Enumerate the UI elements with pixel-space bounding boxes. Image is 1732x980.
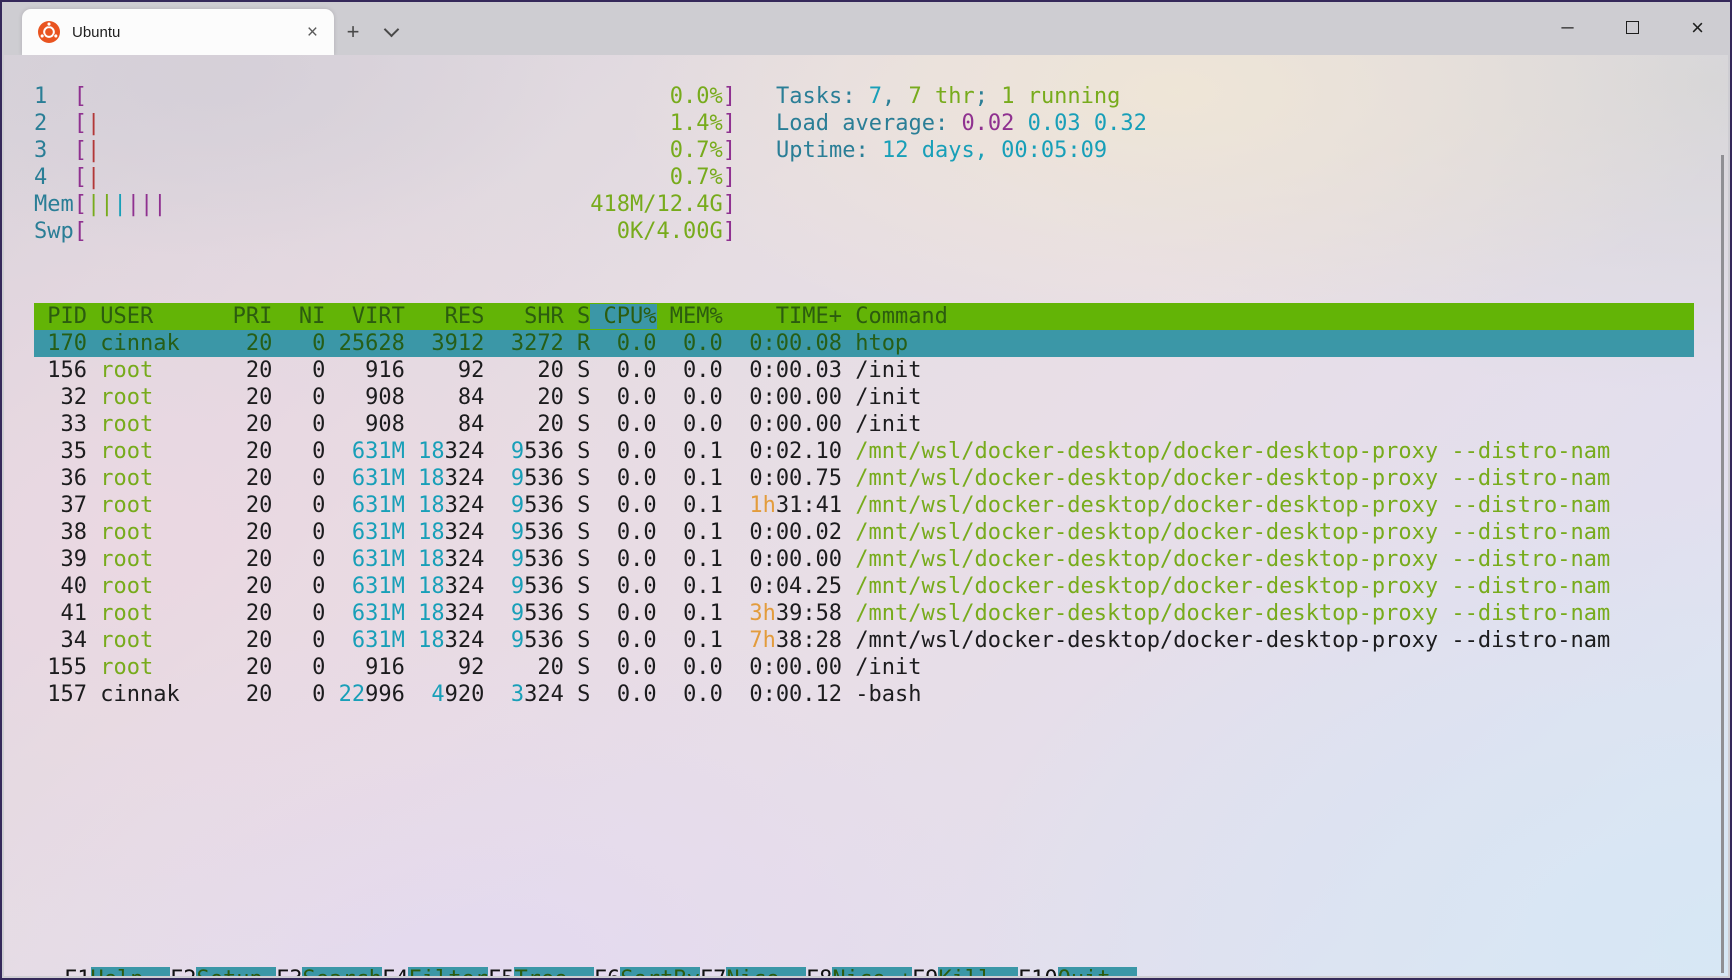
fkey-f4[interactable]: F4Filter bbox=[382, 967, 488, 976]
cpu4-meter: 4 [|0.7%] bbox=[34, 164, 736, 191]
fkey-f5[interactable]: F5Tree bbox=[488, 967, 594, 976]
maximize-button[interactable] bbox=[1600, 2, 1665, 53]
minimize-button[interactable]: ─ bbox=[1535, 2, 1600, 53]
fkey-f6[interactable]: F6SortBy bbox=[594, 967, 700, 976]
fkey-f10[interactable]: F10Quit bbox=[1018, 967, 1137, 976]
cpu3-meter: 3 [|0.7%] bbox=[34, 137, 736, 164]
maximize-icon bbox=[1626, 21, 1639, 34]
tab-dropdown-button[interactable] bbox=[372, 9, 410, 55]
window-controls: ─ × bbox=[1535, 2, 1730, 53]
process-row[interactable]: 32 root 20 0 908 84 20 S 0.0 0.0 0:00.00… bbox=[34, 384, 1694, 411]
process-row[interactable]: 155 root 20 0 916 92 20 S 0.0 0.0 0:00.0… bbox=[34, 654, 1694, 681]
ubuntu-logo-icon bbox=[38, 21, 60, 43]
htop-app: 1 [0.0%]2 [|1.4%]3 [|0.7%]4 [|0.7%]Mem[|… bbox=[34, 83, 1694, 708]
process-row[interactable]: 37 root 20 0 631M 18324 9536 S 0.0 0.1 1… bbox=[34, 492, 1694, 519]
close-button[interactable]: × bbox=[1665, 2, 1730, 53]
fkey-f8[interactable]: F8Nice + bbox=[806, 967, 912, 976]
cpu2-meter: 2 [|1.4%] bbox=[34, 110, 736, 137]
cpu1-meter: 1 [0.0%] bbox=[34, 83, 736, 110]
process-table-header[interactable]: PID USER PRI NI VIRT RES SHR S CPU% MEM%… bbox=[34, 303, 1694, 330]
process-row[interactable]: 156 root 20 0 916 92 20 S 0.0 0.0 0:00.0… bbox=[34, 357, 1694, 384]
process-row[interactable]: 170 cinnak 20 0 25628 3912 3272 R 0.0 0.… bbox=[34, 330, 1694, 357]
tab-ubuntu[interactable]: Ubuntu × bbox=[22, 9, 334, 55]
fkey-f7[interactable]: F7Nice - bbox=[700, 967, 806, 976]
app-window: Ubuntu × + ─ × 1 [0.0%]2 [|1.4%]3 [|0.7%… bbox=[0, 0, 1732, 980]
new-tab-button[interactable]: + bbox=[334, 9, 372, 55]
tab-title: Ubuntu bbox=[72, 24, 303, 41]
process-rows: 170 cinnak 20 0 25628 3912 3272 R 0.0 0.… bbox=[34, 330, 1694, 708]
process-row[interactable]: 157 cinnak 20 0 22996 4920 3324 S 0.0 0.… bbox=[34, 681, 1694, 708]
title-bar[interactable]: Ubuntu × + ─ × bbox=[2, 2, 1730, 55]
process-row[interactable]: 33 root 20 0 908 84 20 S 0.0 0.0 0:00.00… bbox=[34, 411, 1694, 438]
swp-meter: Swp[0K/4.00G] bbox=[34, 218, 736, 245]
cpu-memory-meters: 1 [0.0%]2 [|1.4%]3 [|0.7%]4 [|0.7%]Mem[|… bbox=[34, 83, 740, 245]
process-row[interactable]: 39 root 20 0 631M 18324 9536 S 0.0 0.1 0… bbox=[34, 546, 1694, 573]
chevron-down-icon bbox=[383, 22, 399, 38]
fkey-f3[interactable]: F3Search bbox=[276, 967, 382, 976]
process-table: PID USER PRI NI VIRT RES SHR S CPU% MEM%… bbox=[34, 303, 1694, 708]
process-row[interactable]: 35 root 20 0 631M 18324 9536 S 0.0 0.1 0… bbox=[34, 438, 1694, 465]
terminal-screen[interactable]: 1 [0.0%]2 [|1.4%]3 [|0.7%]4 [|0.7%]Mem[|… bbox=[4, 55, 1728, 976]
fkey-f2[interactable]: F2Setup bbox=[170, 967, 276, 976]
tasks-line: Tasks: 7, 7 thr; 1 running bbox=[776, 83, 1694, 110]
process-row[interactable]: 40 root 20 0 631M 18324 9536 S 0.0 0.1 0… bbox=[34, 573, 1694, 600]
uptime-line: Uptime: 12 days, 00:05:09 bbox=[776, 137, 1694, 164]
mem-meter: Mem[||||||418M/12.4G] bbox=[34, 191, 736, 218]
load-average-line: Load average: 0.02 0.03 0.32 bbox=[776, 110, 1694, 137]
fkey-f1[interactable]: F1Help bbox=[64, 967, 170, 976]
process-row[interactable]: 34 root 20 0 631M 18324 9536 S 0.0 0.1 7… bbox=[34, 627, 1694, 654]
function-key-bar: F1Help F2Setup F3SearchF4FilterF5Tree F6… bbox=[64, 966, 1137, 976]
system-info: Tasks: 7, 7 thr; 1 runningLoad average: … bbox=[740, 83, 1694, 245]
scrollbar[interactable] bbox=[1721, 155, 1724, 973]
tab-close-icon[interactable]: × bbox=[303, 23, 322, 42]
process-row[interactable]: 36 root 20 0 631M 18324 9536 S 0.0 0.1 0… bbox=[34, 465, 1694, 492]
process-row[interactable]: 38 root 20 0 631M 18324 9536 S 0.0 0.1 0… bbox=[34, 519, 1694, 546]
fkey-f9[interactable]: F9Kill bbox=[912, 967, 1018, 976]
process-row[interactable]: 41 root 20 0 631M 18324 9536 S 0.0 0.1 3… bbox=[34, 600, 1694, 627]
